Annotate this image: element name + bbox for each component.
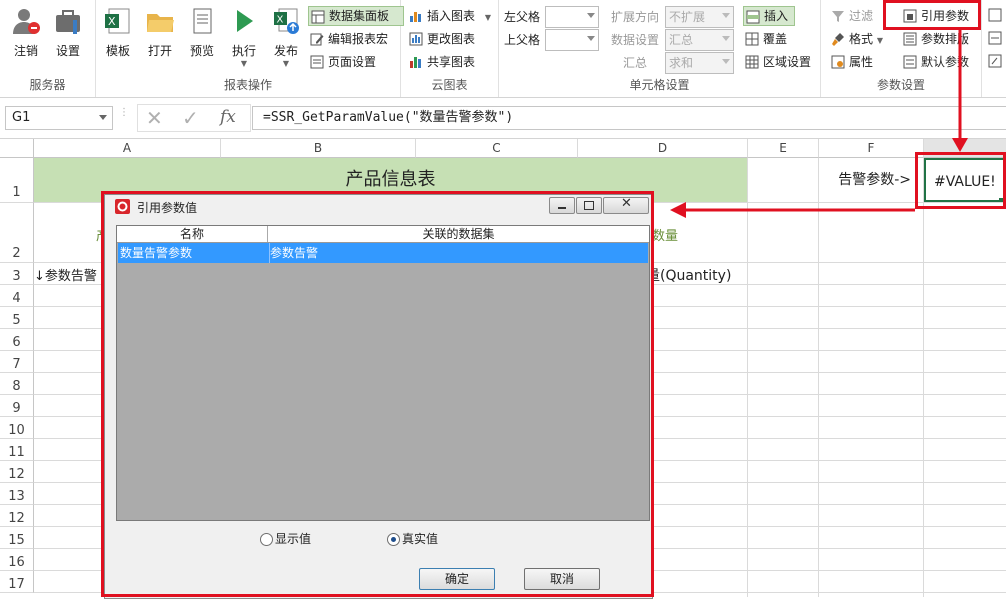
highlight-dialog (101, 191, 654, 597)
arrow-left-head (670, 202, 686, 218)
arrow-down-head (952, 138, 968, 152)
